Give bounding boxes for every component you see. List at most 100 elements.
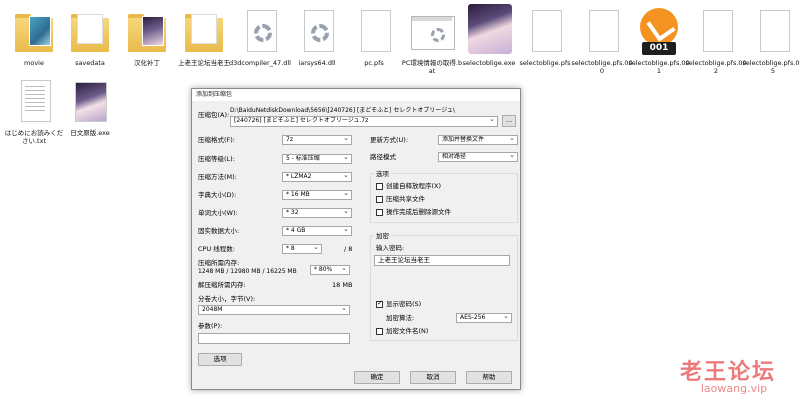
watermark-url: laowang.vip xyxy=(700,382,768,395)
encrypt-names-label: 加密文件名(N) xyxy=(386,327,429,335)
desktop-icon-label: はじめにお読みください.txt xyxy=(4,129,64,145)
desktop-folder-savedata[interactable]: savedata xyxy=(58,8,122,67)
password-input[interactable]: 上老王论坛当老王 xyxy=(374,255,510,266)
desktop-icon-label: 日文原版.exe xyxy=(70,129,110,137)
desktop-icon-label: pc.pfs xyxy=(364,59,384,67)
shared-files-label: 压缩共享文件 xyxy=(386,195,425,203)
dll-gear-icon xyxy=(237,8,283,56)
desktop-file-japanese-exe[interactable]: 日文原版.exe xyxy=(58,78,122,137)
desktop-file-d3dcompiler[interactable]: d3dcompiler_47.dll xyxy=(228,8,292,67)
shared-files-checkbox[interactable] xyxy=(376,196,383,203)
word-size-label: 单词大小(W): xyxy=(198,209,238,217)
level-label: 压缩等级(L): xyxy=(198,155,235,163)
encryption-group-title: 加密 xyxy=(374,232,391,241)
desktop-file-selectoblige-pfs-005[interactable]: selectoblige.pfs.005 xyxy=(741,8,800,75)
split-size-label: 分卷大小，字节(V): xyxy=(198,295,256,303)
desktop-file-selectoblige-pfs-001[interactable]: 001 selectoblige.pfs.001 xyxy=(627,6,691,75)
memory-detail: 1248 MB / 12980 MB / 16225 MB xyxy=(198,268,297,275)
cpu-threads-select[interactable]: * 8 xyxy=(282,244,322,254)
level-select[interactable]: 5 - 标准压缩 xyxy=(282,154,352,164)
show-password-checkbox[interactable] xyxy=(376,299,383,308)
sfx-checkbox[interactable] xyxy=(376,183,383,190)
encrypt-method-select[interactable]: AES-256 xyxy=(456,313,512,323)
desktop-icon-label: movie xyxy=(24,59,44,67)
archive-path: D:\BaiduNetdiskDownload\5656\[240726] [ま… xyxy=(230,107,455,114)
folder-icon xyxy=(67,8,113,56)
desktop-icon-label: selectoblige.pfs.005 xyxy=(742,59,800,75)
desktop-file-readme-txt[interactable]: はじめにお読みください.txt xyxy=(2,78,66,145)
update-mode-select[interactable]: 添加并替换文件 xyxy=(438,135,518,145)
folder-icon xyxy=(11,8,57,56)
desktop-file-pc-pfs[interactable]: pc.pfs xyxy=(342,8,406,67)
batch-file-icon xyxy=(409,8,455,56)
cancel-button[interactable]: 取消 xyxy=(410,371,456,384)
dll-gear-icon xyxy=(294,8,340,56)
dictionary-select[interactable]: * 16 MB xyxy=(282,190,352,200)
delete-after-checkbox[interactable] xyxy=(376,209,383,216)
desktop-folder-patch[interactable]: 汉化补丁 xyxy=(115,8,179,67)
desktop-folder-laowang[interactable]: 上老王论坛当老王 xyxy=(172,8,236,67)
solid-size-label: 固实数据大小: xyxy=(198,227,240,235)
method-select[interactable]: * LZMA2 xyxy=(282,172,352,182)
params-label: 参数(P): xyxy=(198,322,223,330)
delete-after-label: 操作完成后删除源文件 xyxy=(386,208,451,216)
cpu-threads-max: / 8 xyxy=(344,245,353,253)
update-mode-label: 更新方式(U): xyxy=(370,136,409,144)
format-label: 压缩格式(F): xyxy=(198,136,236,144)
add-to-archive-dialog: 添加到压缩包 压缩包(A): D:\BaiduNetdiskDownload\5… xyxy=(191,88,521,390)
format-select[interactable]: 7z xyxy=(282,135,352,145)
desktop-icon-label: selectoblige.pfs.002 xyxy=(685,59,747,75)
desktop-icon-label: PC環境情報の取得.bat xyxy=(401,59,463,75)
archive-001-icon: 001 xyxy=(636,6,682,56)
blank-file-icon xyxy=(579,8,625,56)
desktop-icon-label: selectoblige.pfs.001 xyxy=(628,59,690,75)
blank-file-icon xyxy=(750,8,796,56)
memory-select[interactable]: * 80% xyxy=(310,265,350,275)
encrypt-names-checkbox[interactable] xyxy=(376,328,383,335)
desktop-icon-label: d3dcompiler_47.dll xyxy=(228,59,291,67)
desktop-icon-label: selectoblige.exe xyxy=(462,59,516,67)
path-mode-select[interactable]: 相对路径 xyxy=(438,152,518,162)
password-label: 输入密码: xyxy=(376,244,405,252)
desktop-icon-label: savedata xyxy=(75,59,105,67)
folder-icon xyxy=(181,8,227,56)
options-group-title: 选项 xyxy=(374,170,391,179)
dictionary-label: 字典大小(D): xyxy=(198,191,237,199)
encrypt-method-label: 加密算法: xyxy=(386,314,415,322)
dialog-title: 添加到压缩包 xyxy=(192,89,520,101)
decompress-memory-label: 解压缩所需内存: xyxy=(198,281,246,289)
desktop-icon-label: iarsys64.dll xyxy=(298,59,336,67)
cpu-threads-label: CPU 线程数: xyxy=(198,245,235,253)
desktop-icon-label: 上老王论坛当老王 xyxy=(178,59,230,67)
split-size-select[interactable]: 2048M xyxy=(198,305,350,315)
desktop-icon-label: 汉化补丁 xyxy=(134,59,160,67)
path-mode-label: 路径模式 xyxy=(370,153,396,161)
blank-file-icon xyxy=(693,8,739,56)
solid-size-select[interactable]: * 4 GB xyxy=(282,226,352,236)
method-label: 压缩方法(M): xyxy=(198,173,237,181)
blank-file-icon xyxy=(522,8,568,56)
badge-001: 001 xyxy=(642,42,676,55)
word-size-select[interactable]: * 32 xyxy=(282,208,352,218)
ok-button[interactable]: 确定 xyxy=(354,371,400,384)
archive-label: 压缩包(A): xyxy=(198,111,230,119)
desktop-file-selectoblige-pfs-002[interactable]: selectoblige.pfs.002 xyxy=(684,8,748,75)
desktop-icon-label: selectoblige.pfs xyxy=(519,59,571,67)
help-button[interactable]: 帮助 xyxy=(466,371,512,384)
options-button[interactable]: 选项 xyxy=(198,353,242,366)
desktop-file-selectoblige-pfs-000[interactable]: selectoblige.pfs.000 xyxy=(570,8,634,75)
desktop-file-iarsys64[interactable]: iarsys64.dll xyxy=(285,8,349,67)
archive-name-combo[interactable]: [240726] [まどそふと] セレクトオブリージュ.7z xyxy=(230,116,498,127)
desktop-icon-label: selectoblige.pfs.000 xyxy=(571,59,633,75)
folder-icon xyxy=(124,8,170,56)
desktop-folder-movie[interactable]: movie xyxy=(2,8,66,67)
params-input[interactable] xyxy=(198,333,350,344)
sfx-label: 创建自释放程序(X) xyxy=(386,182,442,190)
desktop-file-selectoblige-pfs[interactable]: selectoblige.pfs xyxy=(513,8,577,67)
desktop-file-selectoblige-exe[interactable]: selectoblige.exe xyxy=(457,4,521,67)
desktop-file-bat[interactable]: PC環境情報の取得.bat xyxy=(400,8,464,75)
decompress-memory-value: 18 MB xyxy=(332,281,353,289)
browse-button[interactable]: ... xyxy=(502,115,516,127)
blank-file-icon xyxy=(351,8,397,56)
game-character-icon xyxy=(67,78,113,126)
